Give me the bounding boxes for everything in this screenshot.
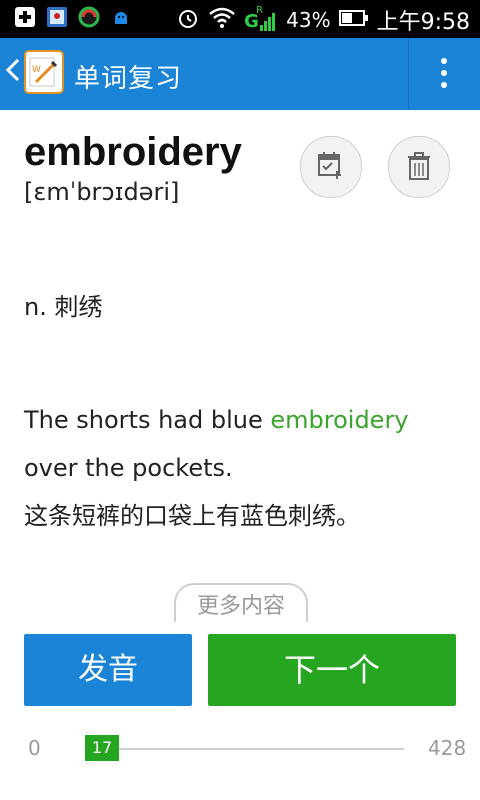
status-right: G R 43% 上午9:58: [176, 4, 470, 36]
example-translation: 这条短裤的口袋上有蓝色刺绣。: [24, 502, 360, 530]
progress-max: 428: [428, 736, 467, 760]
battery-icon: [338, 8, 369, 32]
example-prefix: The shorts had blue: [24, 406, 271, 434]
svg-text:W: W: [32, 65, 41, 75]
pronounce-button[interactable]: 发音: [24, 634, 192, 706]
signal-icon: G R: [244, 5, 278, 35]
status-bar: G R 43% 上午9:58: [0, 0, 480, 38]
calendar-check-icon: [314, 148, 348, 186]
app-logo-icon[interactable]: W: [24, 50, 64, 94]
delete-button[interactable]: [388, 136, 450, 198]
menu-dot-3: [441, 82, 447, 88]
add-to-review-button[interactable]: [300, 136, 362, 198]
definition: n. 刺绣: [24, 293, 103, 321]
bottom-controls: 发音 下一个 0 17 428: [0, 622, 480, 800]
phonetic: [ɛmˈbrɔɪdəri]: [24, 178, 180, 206]
android-icon: [110, 6, 132, 28]
page-title: 单词复习: [74, 64, 183, 94]
example-suffix: over the pockets.: [24, 454, 233, 482]
overflow-menu-icon[interactable]: [408, 38, 480, 110]
alarm-icon: [176, 6, 200, 35]
photo-icon: [46, 6, 68, 28]
more-content-button[interactable]: 更多内容: [174, 583, 308, 625]
sync-icon: [78, 6, 100, 28]
add-icon: [14, 6, 36, 28]
progress-track[interactable]: [96, 748, 404, 750]
example-keyword: embroidery: [270, 406, 409, 434]
menu-dot-1: [441, 58, 447, 64]
trash-icon: [402, 148, 436, 186]
clock: 上午9:58: [376, 10, 470, 35]
app-bar: W 单词复习: [0, 38, 480, 110]
next-button[interactable]: 下一个: [208, 634, 456, 706]
wifi-icon: [208, 6, 236, 35]
status-left-icons: [14, 6, 132, 28]
progress-min: 0: [28, 736, 41, 760]
battery-percent: 43%: [286, 8, 331, 32]
menu-dot-2: [441, 70, 447, 76]
word-title: embroidery: [24, 130, 242, 174]
example-block: The shorts had blue embroidery over the …: [24, 396, 464, 540]
back-arrow-icon[interactable]: [5, 58, 20, 88]
progress-thumb[interactable]: 17: [85, 735, 119, 761]
